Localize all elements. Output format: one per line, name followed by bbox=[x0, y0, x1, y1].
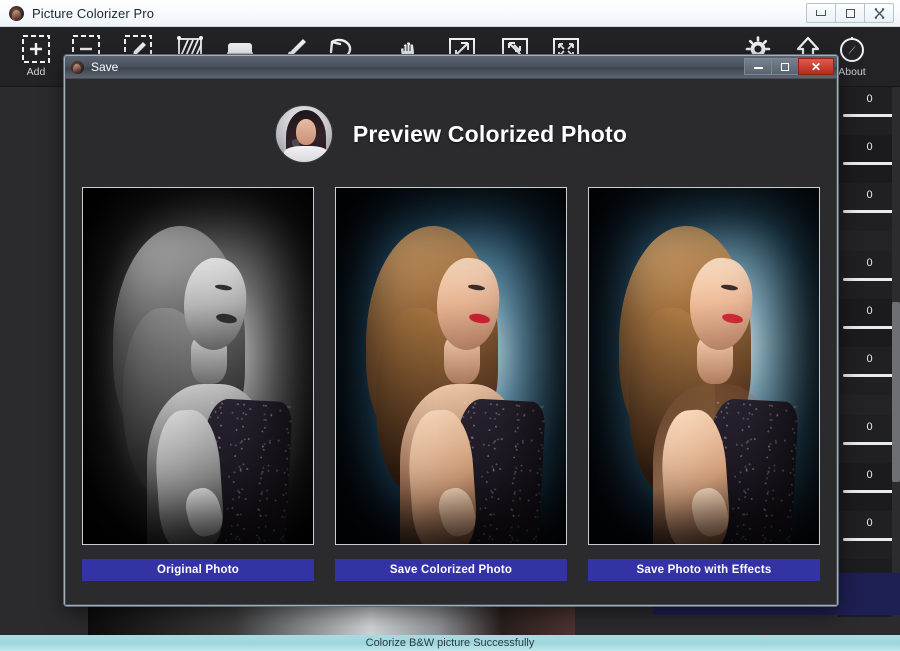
slider-row[interactable]: 0 bbox=[839, 183, 900, 231]
slider-value: 0 bbox=[866, 141, 873, 153]
button-label: Original Photo bbox=[156, 564, 240, 576]
slider-track[interactable] bbox=[843, 114, 896, 117]
slider-track[interactable] bbox=[843, 374, 896, 377]
dialog-body: Preview Colorized Photo Original Photo S… bbox=[65, 78, 837, 605]
minimize-icon bbox=[753, 65, 763, 69]
save-photo-with-effects-button[interactable]: Save Photo with Effects bbox=[588, 559, 820, 581]
close-button[interactable] bbox=[864, 3, 894, 23]
button-label: Save Colorized Photo bbox=[389, 564, 513, 576]
app-logo-icon bbox=[71, 60, 84, 74]
sidebar-scrollbar-thumb[interactable] bbox=[892, 302, 900, 482]
status-bar: Colorize B&W picture Successfully bbox=[0, 635, 900, 651]
slider-row[interactable]: 0 bbox=[839, 87, 900, 135]
slider-row[interactable]: 0 bbox=[839, 251, 900, 299]
dialog-minimize-button[interactable] bbox=[744, 58, 772, 75]
slider-row[interactable]: 0 bbox=[839, 415, 900, 463]
maximize-button[interactable] bbox=[835, 3, 865, 23]
preview-cards: Original Photo Save Colorized Photo Save… bbox=[66, 187, 836, 581]
slider-track[interactable] bbox=[843, 162, 896, 165]
slider-row[interactable]: 0 bbox=[839, 463, 900, 511]
main-title-bar: Picture Colorizer Pro bbox=[0, 0, 900, 27]
compass-icon bbox=[837, 32, 867, 64]
window-controls bbox=[806, 3, 894, 23]
slider-track[interactable] bbox=[843, 278, 896, 281]
thumbnail-colorized-photo[interactable] bbox=[335, 187, 567, 545]
page-title: Picture Colorizer Pro bbox=[32, 5, 155, 21]
slider-track[interactable] bbox=[843, 210, 896, 213]
slider-track[interactable] bbox=[843, 490, 896, 493]
preview-card-effects: Save Photo with Effects bbox=[588, 187, 820, 581]
close-icon: ✕ bbox=[810, 59, 822, 74]
slider-row[interactable]: 0 bbox=[839, 299, 900, 347]
close-icon bbox=[874, 7, 884, 19]
minimize-icon bbox=[816, 10, 826, 16]
slider-value: 0 bbox=[866, 93, 873, 105]
toolbar-item-add[interactable]: Add bbox=[8, 32, 64, 78]
maximize-icon bbox=[845, 8, 855, 18]
thumbnail-photo-with-effects[interactable] bbox=[588, 187, 820, 545]
dialog-title-bar: Save ✕ bbox=[65, 56, 837, 78]
slider-track[interactable] bbox=[843, 326, 896, 329]
slider-value: 0 bbox=[866, 305, 873, 317]
slider-value: 0 bbox=[866, 189, 873, 201]
slider-value: 0 bbox=[866, 257, 873, 269]
app-logo-icon bbox=[9, 5, 24, 21]
preview-card-colorized: Save Colorized Photo bbox=[335, 187, 567, 581]
save-dialog: Save ✕ Preview Colorized Photo Original … bbox=[64, 55, 838, 606]
slider-track[interactable] bbox=[843, 442, 896, 445]
maximize-icon bbox=[781, 62, 789, 71]
dialog-title: Save bbox=[91, 60, 119, 74]
save-colorized-photo-button[interactable]: Save Colorized Photo bbox=[335, 559, 567, 581]
preview-card-original: Original Photo bbox=[82, 187, 314, 581]
dialog-window-controls: ✕ bbox=[744, 58, 834, 75]
slider-value: 0 bbox=[866, 421, 873, 433]
sidebar-scrollbar[interactable] bbox=[892, 87, 900, 617]
slider-track[interactable] bbox=[843, 538, 896, 541]
slider-row[interactable]: 0 bbox=[839, 511, 900, 559]
slider-row[interactable]: 0 bbox=[839, 135, 900, 183]
minimize-button[interactable] bbox=[806, 3, 836, 23]
avatar bbox=[274, 105, 333, 163]
add-icon bbox=[21, 32, 51, 64]
application-window: Picture Colorizer Pro Add About 0 0 0 0 … bbox=[0, 0, 900, 651]
thumbnail-original-photo[interactable] bbox=[82, 187, 314, 545]
slider-group-divider bbox=[839, 231, 900, 251]
toolbar-item-label: About bbox=[838, 66, 866, 78]
dialog-maximize-button[interactable] bbox=[771, 58, 799, 75]
slider-value: 0 bbox=[866, 517, 873, 529]
dialog-header: Preview Colorized Photo bbox=[66, 79, 836, 187]
toolbar-item-label: Add bbox=[26, 66, 46, 78]
status-message: Colorize B&W picture Successfully bbox=[365, 637, 535, 649]
dialog-heading: Preview Colorized Photo bbox=[352, 120, 628, 147]
button-label: Save Photo with Effects bbox=[636, 564, 772, 576]
adjustment-sidebar: 0 0 0 0 0 0 0 0 0 bbox=[838, 87, 900, 617]
slider-row[interactable]: 0 bbox=[839, 347, 900, 395]
slider-value: 0 bbox=[866, 469, 873, 481]
slider-value: 0 bbox=[866, 353, 873, 365]
dialog-close-button[interactable]: ✕ bbox=[798, 58, 834, 75]
original-photo-button[interactable]: Original Photo bbox=[82, 559, 314, 581]
slider-group-divider bbox=[839, 395, 900, 415]
